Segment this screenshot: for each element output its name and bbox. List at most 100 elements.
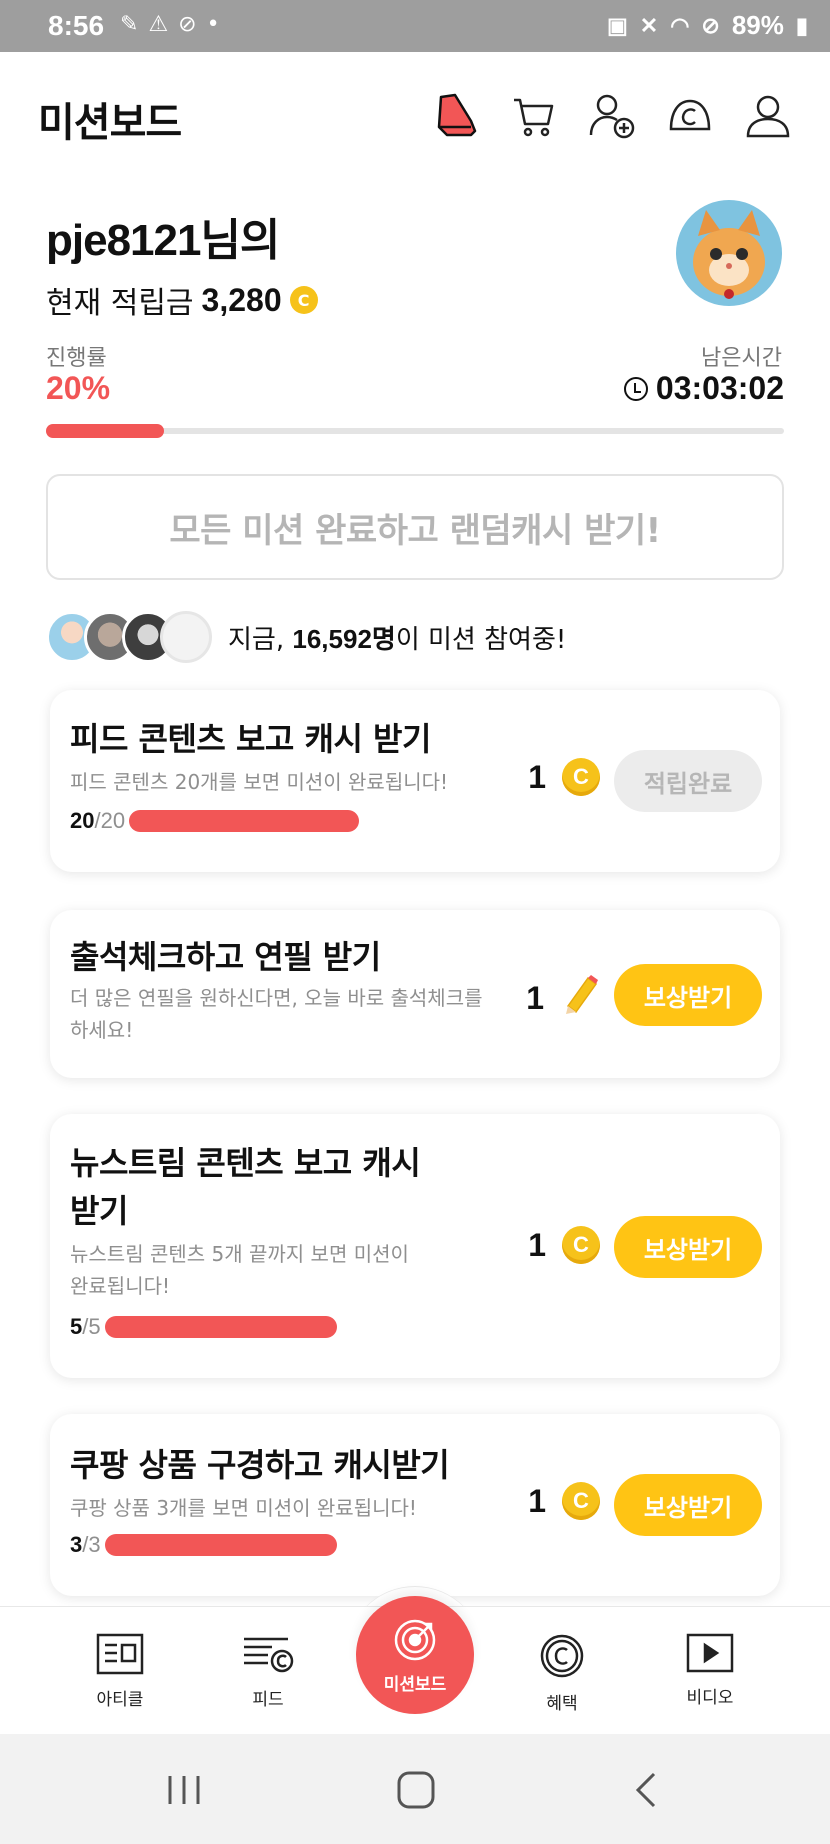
reward-amount: 1 xyxy=(528,1226,546,1263)
battery-icon: ▮ xyxy=(795,12,808,38)
mission-reward: 1 C xyxy=(528,1226,600,1264)
mission-card-newstream: 뉴스트림 콘텐츠 보고 캐시 받기 뉴스트림 콘텐츠 5개 끝까지 보면 미션이… xyxy=(50,1114,780,1378)
mission-reward: 1 C xyxy=(528,758,600,796)
coin-icon: C xyxy=(562,1226,600,1264)
mission-card-attendance: 출석체크하고 연필 받기 더 많은 연필을 원하신다면, 오늘 바로 출석체크를… xyxy=(50,910,780,1078)
mission-progress-total: /20 xyxy=(94,808,126,833)
mission-completed-button[interactable]: 적립완료 xyxy=(614,750,762,812)
mission-reward: 1 xyxy=(526,972,600,1024)
link-icon: ⊘ xyxy=(178,12,207,37)
page-title: 미션보드 xyxy=(38,100,182,146)
tab-video[interactable]: 비디오 xyxy=(650,1633,770,1708)
tab-article[interactable]: 아티클 xyxy=(60,1633,180,1710)
coin-icon: C xyxy=(562,1482,600,1520)
mission-description: 피드 콘텐츠 20개를 보면 미션이 완료됩니다! xyxy=(70,770,449,794)
reward-amount: 1 xyxy=(528,1482,546,1519)
reward-amount: 1 xyxy=(528,758,546,795)
cart-icon[interactable] xyxy=(508,90,560,142)
battery-percent: 89% xyxy=(731,10,784,40)
tab-label: 피드 xyxy=(252,1690,284,1710)
tab-label: 미션보드 xyxy=(383,1674,447,1695)
mission-description-line1: 더 많은 연필을 원하신다면, 오늘 바로 출석체크를 xyxy=(70,986,483,1010)
mission-title: 출석체크하고 연필 받기 xyxy=(70,938,381,976)
remaining-time-value: 03:03:02 xyxy=(655,370,784,406)
mission-progress-done: 20 xyxy=(70,808,95,833)
notification-icon: ✎ xyxy=(120,12,149,37)
avatar[interactable] xyxy=(676,200,782,306)
mission-progress-done: 5 xyxy=(70,1314,83,1339)
mission-progress-total: /5 xyxy=(82,1314,101,1339)
target-icon xyxy=(394,1619,436,1660)
back-icon[interactable] xyxy=(626,1768,670,1812)
header-actions xyxy=(430,90,794,142)
sneaker-icon[interactable] xyxy=(430,90,482,142)
dot-icon: • xyxy=(206,12,230,37)
wifi-icon: ◠ xyxy=(670,12,690,38)
article-icon xyxy=(96,1633,144,1675)
random-cash-button[interactable]: 모든 미션 완료하고 랜덤캐시 받기! xyxy=(46,474,784,580)
recent-apps-icon[interactable] xyxy=(162,1768,206,1812)
mission-progress-bar xyxy=(129,810,360,832)
mission-description-line1: 뉴스트림 콘텐츠 5개 끝까지 보면 미션이 xyxy=(70,1242,409,1266)
mute-icon: ✕ xyxy=(639,12,659,38)
claim-reward-button[interactable]: 보상받기 xyxy=(614,1474,762,1536)
coin-icon: C xyxy=(562,758,600,796)
mission-progress: 3/3 xyxy=(70,1532,337,1558)
claim-reward-button[interactable]: 보상받기 xyxy=(614,1216,762,1278)
user-name: pje8121님의 xyxy=(46,216,280,265)
add-friend-icon[interactable] xyxy=(586,90,638,142)
points-value: 3,280 xyxy=(201,281,282,318)
benefits-cash-icon xyxy=(540,1634,584,1678)
app-header: 미션보드 xyxy=(0,52,830,172)
claim-reward-button[interactable]: 보상받기 xyxy=(614,964,762,1026)
mission-progress: 5/5 xyxy=(70,1314,337,1340)
mission-progress-total: /3 xyxy=(82,1532,101,1557)
mission-card-coupang: 쿠팡 상품 구경하고 캐시받기 쿠팡 상품 3개를 보면 미션이 완료됩니다! … xyxy=(50,1414,780,1596)
system-navigation-bar xyxy=(0,1734,830,1844)
mission-card-feed: 피드 콘텐츠 보고 캐시 받기 피드 콘텐츠 20개를 보면 미션이 완료됩니다… xyxy=(50,690,780,872)
participant-avatar xyxy=(160,611,212,663)
mission-progress-bar xyxy=(104,1316,337,1338)
participants-count: 16,592명 xyxy=(292,623,396,654)
status-time: 8:56 xyxy=(48,10,105,41)
clock-icon xyxy=(623,376,648,401)
progress-bar-fill xyxy=(46,424,165,438)
home-icon[interactable] xyxy=(394,1768,438,1812)
mission-description-line2: 완료됩니다! xyxy=(70,1274,171,1298)
participants-prefix: 지금, xyxy=(228,624,285,655)
mission-title: 피드 콘텐츠 보고 캐시 받기 xyxy=(70,720,431,758)
mission-description: 쿠팡 상품 3개를 보면 미션이 완료됩니다! xyxy=(70,1496,417,1520)
participants-text: 지금, 16,592명이 미션 참여중! xyxy=(228,619,566,656)
mission-progress-bar xyxy=(104,1534,337,1556)
tab-label: 아티클 xyxy=(96,1690,144,1710)
mission-title-line2: 받기 xyxy=(70,1192,128,1230)
remaining-label: 남은시간 xyxy=(701,346,782,371)
status-bar: 8:56 ✎⚠⊘• ▣ ✕ ◠ ⊘ 89% ▮ xyxy=(0,0,830,52)
mission-progress: 20/20 xyxy=(70,808,360,834)
mission-title: 쿠팡 상품 구경하고 캐시받기 xyxy=(70,1446,450,1484)
tab-feed[interactable]: 피드 xyxy=(208,1633,328,1710)
tab-label: 혜택 xyxy=(546,1694,578,1714)
mission-reward: 1 C xyxy=(528,1482,600,1520)
status-notification-icons: ✎⚠⊘• xyxy=(120,12,230,37)
mission-description-line2: 하세요! xyxy=(70,1018,134,1042)
points-label: 현재 적립금 xyxy=(46,286,194,321)
mission-title-line1: 뉴스트림 콘텐츠 보고 캐시 xyxy=(70,1144,421,1182)
profile-icon[interactable] xyxy=(742,90,794,142)
points-row: 현재 적립금 3,280 C xyxy=(46,278,318,322)
pencil-icon xyxy=(560,972,600,1024)
participants-suffix: 이 미션 참여중! xyxy=(395,624,567,655)
mission-progress-done: 3 xyxy=(70,1532,83,1557)
tab-benefits[interactable]: 혜택 xyxy=(502,1633,622,1714)
progress-percent: 20% xyxy=(46,370,111,406)
tab-label: 비디오 xyxy=(686,1688,734,1708)
status-right: ▣ ✕ ◠ ⊘ 89% ▮ xyxy=(607,10,808,41)
do-not-disturb-icon: ⊘ xyxy=(701,12,720,38)
remaining-time: 03:03:02 xyxy=(623,370,784,407)
coin-icon: C xyxy=(289,286,318,314)
feed-icon xyxy=(244,1637,294,1673)
tab-mission-board[interactable]: 미션보드 xyxy=(356,1596,474,1714)
battery-saver-icon: ▣ xyxy=(606,12,628,38)
reward-amount: 1 xyxy=(526,979,544,1016)
cash-icon[interactable] xyxy=(664,90,716,142)
